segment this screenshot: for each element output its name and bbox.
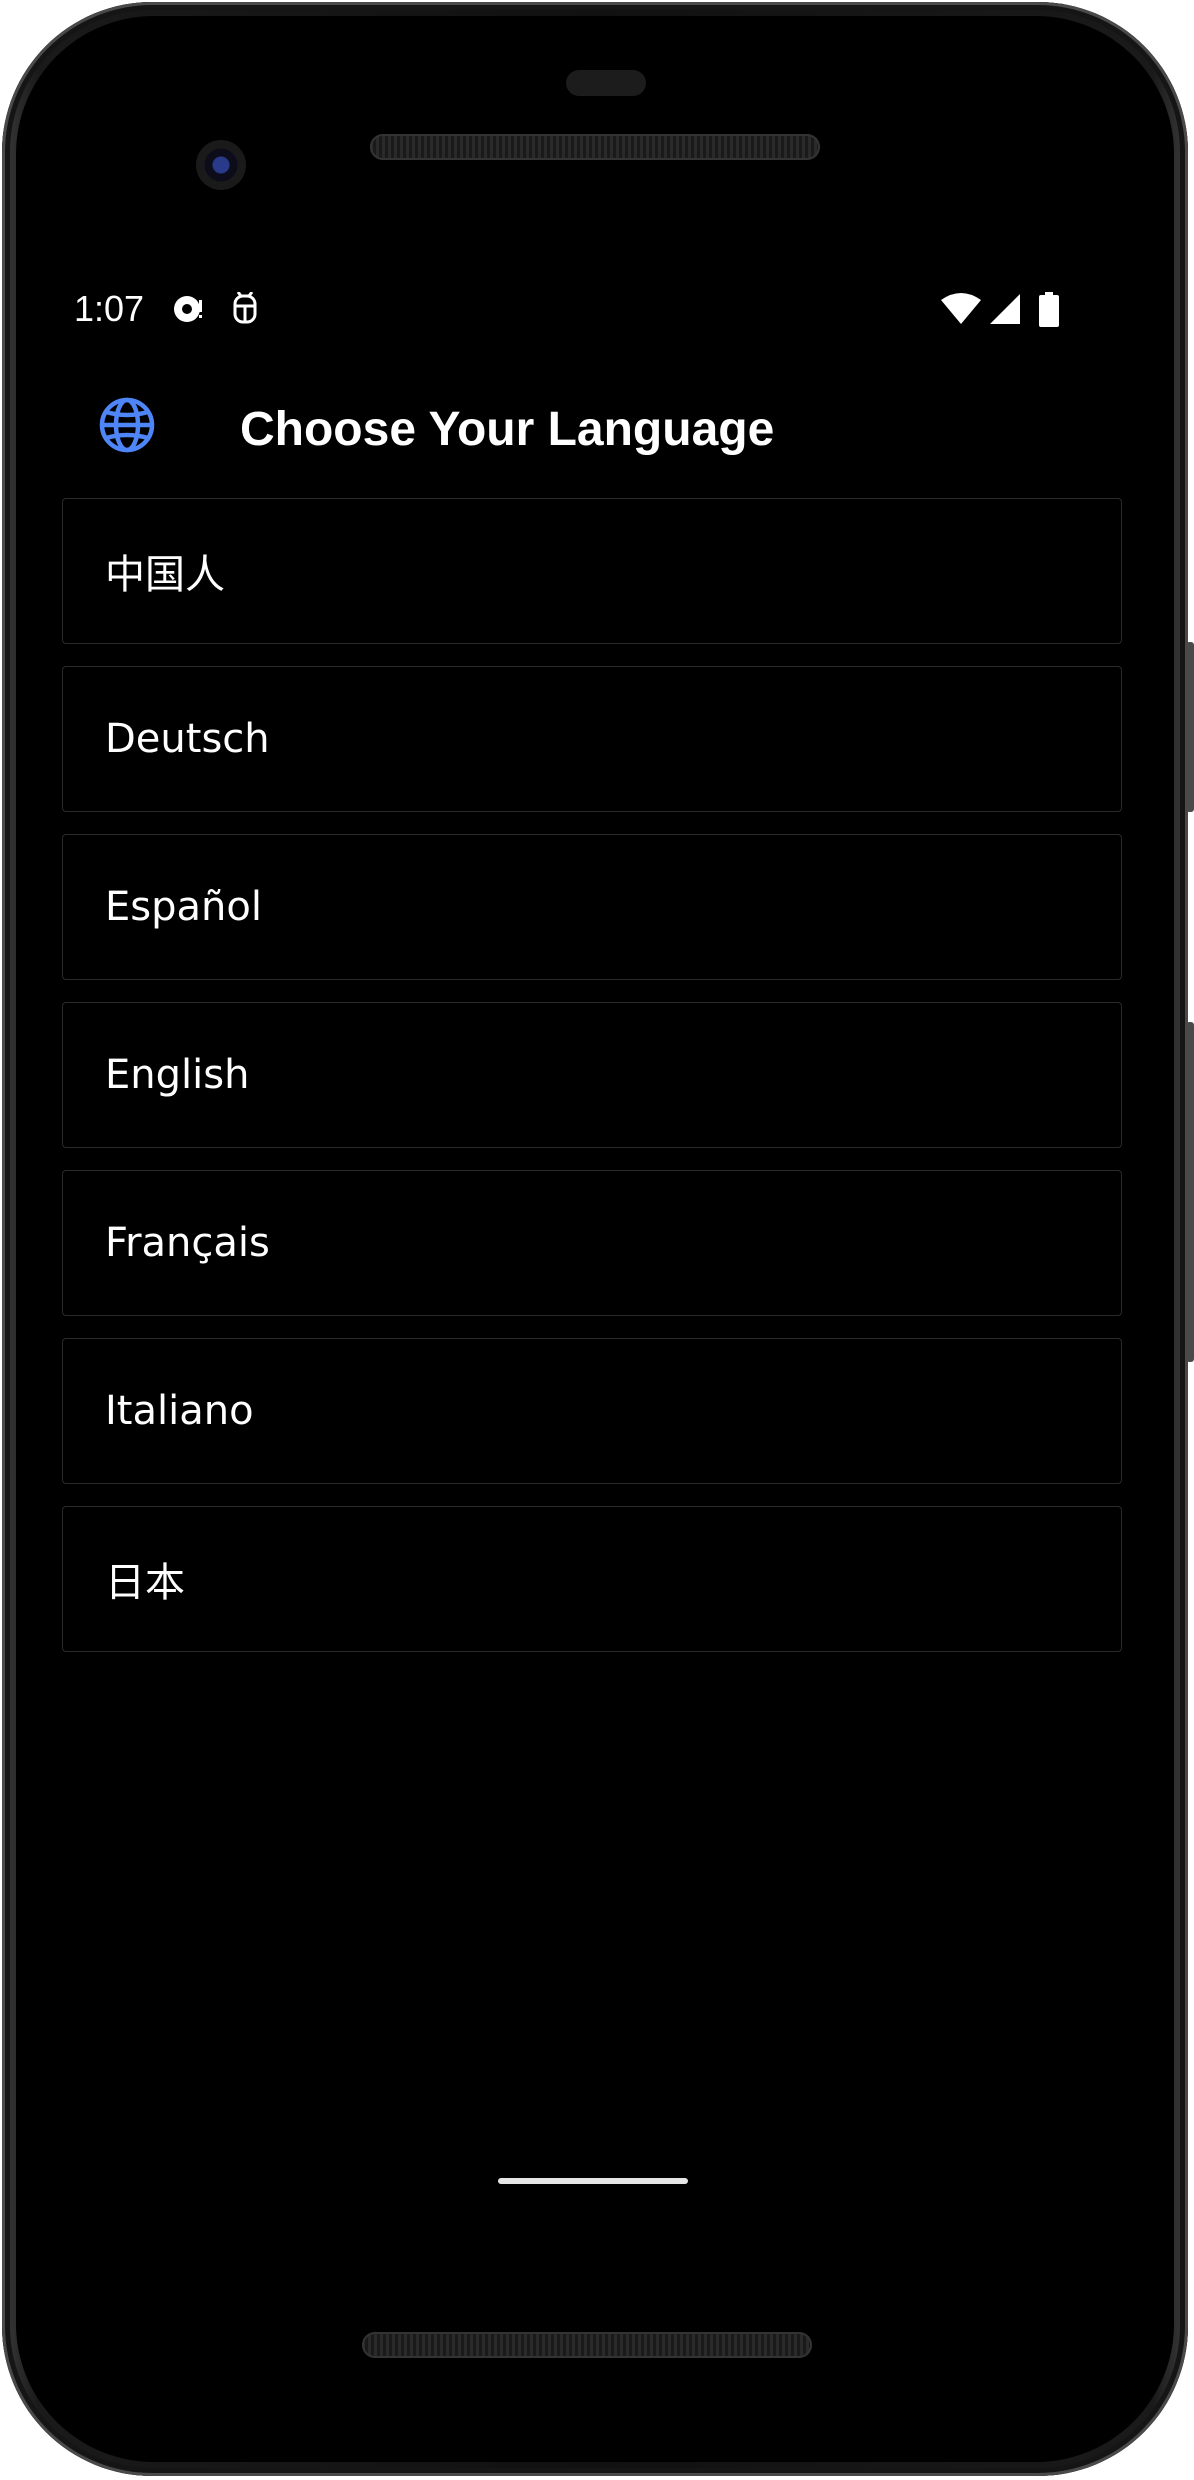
battery-icon xyxy=(1039,292,1059,327)
signal-icon xyxy=(990,294,1020,324)
front-camera xyxy=(196,140,246,190)
globe-icon xyxy=(99,397,155,453)
earpiece xyxy=(566,70,646,96)
language-label: Español xyxy=(105,884,262,930)
language-item-spanish[interactable]: Español xyxy=(62,834,1122,980)
sync-notification-icon xyxy=(174,296,202,322)
status-time: 1:07 xyxy=(74,288,145,329)
language-list: 中国人 Deutsch Español English Français Ita… xyxy=(62,498,1122,1674)
page-title: Choose Your Language xyxy=(240,403,775,456)
language-label: Français xyxy=(105,1220,270,1266)
language-label: Italiano xyxy=(105,1388,254,1434)
app-bar: Choose Your Language xyxy=(46,360,1146,490)
language-label: 日本 xyxy=(105,1560,185,1606)
language-item-french[interactable]: Français xyxy=(62,1170,1122,1316)
language-label: Deutsch xyxy=(105,716,270,762)
volume-rocker xyxy=(1186,1022,1194,1362)
wifi-icon xyxy=(941,293,981,324)
home-indicator[interactable] xyxy=(498,2178,688,2184)
power-button xyxy=(1186,642,1194,812)
language-label: 中国人 xyxy=(105,552,225,598)
app-screen: 1:07 Choose Your Language 中国人 Deutsch Es… xyxy=(46,270,1146,2220)
language-item-german[interactable]: Deutsch xyxy=(62,666,1122,812)
language-item-italian[interactable]: Italiano xyxy=(62,1338,1122,1484)
language-label: English xyxy=(105,1052,250,1098)
language-item-japanese[interactable]: 日本 xyxy=(62,1506,1122,1652)
top-speaker-grille xyxy=(370,134,820,160)
bottom-speaker-grille xyxy=(362,2332,812,2358)
language-item-chinese[interactable]: 中国人 xyxy=(62,498,1122,644)
language-item-english[interactable]: English xyxy=(62,1002,1122,1148)
debug-notification-icon xyxy=(233,292,257,324)
status-bar: 1:07 xyxy=(46,270,1146,350)
